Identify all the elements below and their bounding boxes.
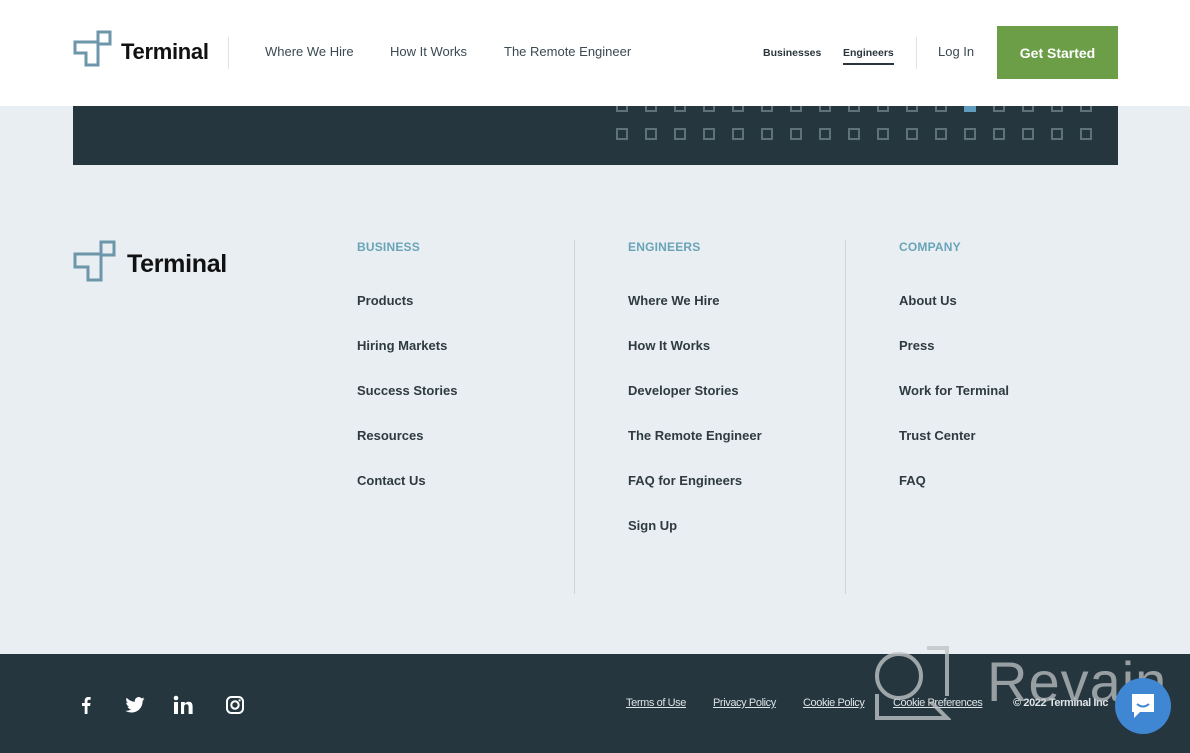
footer-link-work-for-terminal[interactable]: Work for Terminal	[899, 383, 1009, 398]
footer-link-developer-stories[interactable]: Developer Stories	[628, 383, 739, 398]
segment-engineers[interactable]: Engineers	[843, 47, 894, 65]
copyright-text: © 2022 Terminal Inc	[1013, 697, 1109, 709]
footer-link-faq-engineers[interactable]: FAQ for Engineers	[628, 473, 742, 488]
header-divider	[916, 37, 917, 69]
instagram-icon[interactable]	[223, 694, 247, 716]
footer-column-engineers: ENGINEERS Where We Hire How It Works Dev…	[628, 240, 762, 562]
grid-square	[964, 128, 976, 140]
grid-square	[1080, 128, 1092, 140]
column-heading: ENGINEERS	[628, 240, 701, 254]
footer-link-press[interactable]: Press	[899, 338, 934, 353]
chat-icon	[1132, 694, 1154, 718]
grid-square	[1022, 128, 1034, 140]
square-grid-row	[616, 128, 1092, 140]
nav-remote-engineer[interactable]: The Remote Engineer	[504, 44, 631, 59]
grid-square	[645, 128, 657, 140]
twitter-icon[interactable]	[123, 694, 147, 716]
footer-link-resources[interactable]: Resources	[357, 428, 423, 443]
grid-square	[1051, 128, 1063, 140]
column-divider	[845, 240, 846, 594]
privacy-policy-link[interactable]: Privacy Policy	[713, 697, 776, 709]
column-heading: COMPANY	[899, 240, 961, 254]
grid-square	[848, 128, 860, 140]
footer-column-company: COMPANY About Us Press Work for Terminal…	[899, 240, 1009, 517]
footer-link-remote-engineer[interactable]: The Remote Engineer	[628, 428, 762, 443]
brand-name: Terminal	[127, 249, 227, 278]
get-started-button[interactable]: Get Started	[997, 26, 1118, 79]
footer-link-trust-center[interactable]: Trust Center	[899, 428, 976, 443]
site-header: Terminal Where We Hire How It Works The …	[0, 0, 1190, 106]
bottom-bar: Terms of Use Privacy Policy Cookie Polic…	[0, 654, 1190, 753]
header-logo[interactable]: Terminal	[73, 30, 209, 67]
footer-link-about-us[interactable]: About Us	[899, 293, 957, 308]
footer-link-how-it-works[interactable]: How It Works	[628, 338, 710, 353]
login-link[interactable]: Log In	[938, 44, 974, 59]
terminal-logo-icon	[73, 240, 116, 282]
grid-square	[761, 128, 773, 140]
footer-link-success-stories[interactable]: Success Stories	[357, 383, 457, 398]
grid-square	[616, 128, 628, 140]
terms-of-use-link[interactable]: Terms of Use	[626, 697, 686, 709]
cookie-preferences-link[interactable]: Cookie Preferences	[893, 697, 983, 709]
nav-how-it-works[interactable]: How It Works	[390, 44, 467, 59]
footer-link-where-we-hire[interactable]: Where We Hire	[628, 293, 720, 308]
cookie-policy-link[interactable]: Cookie Policy	[803, 697, 865, 709]
grid-square	[877, 128, 889, 140]
header-divider	[228, 37, 229, 69]
linkedin-icon[interactable]	[171, 694, 195, 716]
grid-square	[790, 128, 802, 140]
footer-link-contact-us[interactable]: Contact Us	[357, 473, 426, 488]
grid-square	[703, 128, 715, 140]
footer-logo[interactable]: Terminal	[73, 240, 227, 282]
brand-name: Terminal	[121, 38, 209, 64]
facebook-icon[interactable]	[74, 694, 98, 716]
nav-where-we-hire[interactable]: Where We Hire	[265, 44, 354, 59]
segment-businesses[interactable]: Businesses	[763, 47, 821, 59]
column-heading: BUSINESS	[357, 240, 420, 254]
chat-widget-button[interactable]	[1115, 678, 1171, 734]
footer-link-products[interactable]: Products	[357, 293, 413, 308]
dark-banner	[73, 96, 1118, 165]
column-divider	[574, 240, 575, 594]
grid-square	[674, 128, 686, 140]
footer-link-faq[interactable]: FAQ	[899, 473, 926, 488]
footer-link-hiring-markets[interactable]: Hiring Markets	[357, 338, 447, 353]
grid-square	[819, 128, 831, 140]
terminal-logo-icon	[73, 30, 112, 67]
footer-link-sign-up[interactable]: Sign Up	[628, 518, 677, 533]
grid-square	[732, 128, 744, 140]
grid-square	[993, 128, 1005, 140]
grid-square	[935, 128, 947, 140]
footer-column-business: BUSINESS Products Hiring Markets Success…	[357, 240, 457, 517]
grid-square	[906, 128, 918, 140]
